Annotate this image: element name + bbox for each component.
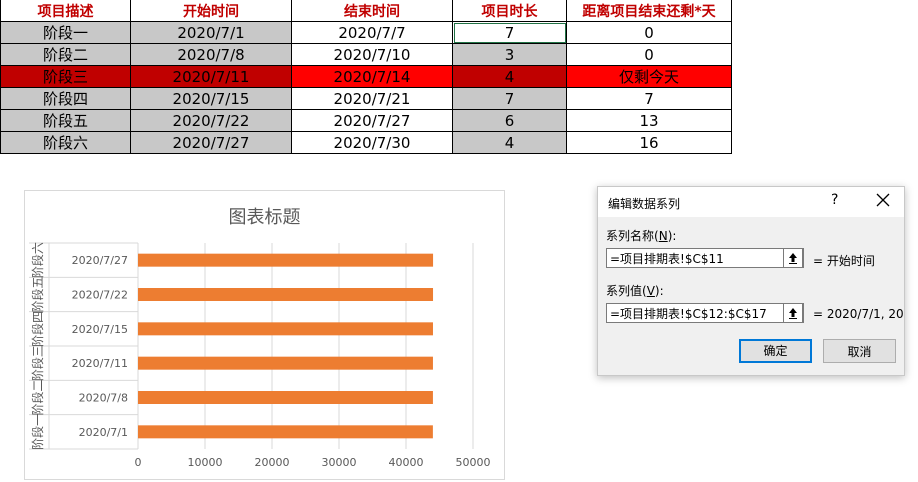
- cell-duration[interactable]: 7: [452, 87, 567, 110]
- cell-days-remaining[interactable]: 7: [566, 87, 732, 110]
- cell-start-time[interactable]: 2020/7/27: [130, 131, 292, 154]
- series-name-collapse-button[interactable]: [783, 248, 803, 268]
- header-duration[interactable]: 项目时长: [452, 0, 567, 22]
- y-category-label: 阶段四: [30, 311, 45, 347]
- cell-start-time[interactable]: 2020/7/8: [130, 43, 292, 66]
- bar[interactable]: [138, 356, 433, 370]
- y-date-label: 2020/7/27: [72, 254, 128, 267]
- table-row: 阶段五 2020/7/22 2020/7/27 6 13: [0, 109, 732, 132]
- cancel-button[interactable]: 取消: [823, 339, 896, 363]
- header-row: 项目描述 开始时间 结束时间 项目时长 距离项目结束还剩*天: [0, 0, 732, 22]
- cell-description[interactable]: 阶段六: [0, 131, 131, 154]
- cell-description[interactable]: 阶段二: [0, 43, 131, 66]
- dialog-title: 编辑数据系列: [608, 197, 681, 211]
- table-row: 阶段四 2020/7/15 2020/7/21 7 7: [0, 87, 732, 110]
- y-date-label: 2020/7/1: [79, 426, 128, 439]
- cell-days-remaining[interactable]: 16: [566, 131, 732, 154]
- series-name-preview: = 开始时间: [813, 254, 875, 268]
- cell-duration[interactable]: 4: [452, 65, 567, 88]
- cell-duration[interactable]: 6: [452, 109, 567, 132]
- cell-description[interactable]: 阶段五: [0, 109, 131, 132]
- y-category-label: 阶段三: [30, 345, 45, 381]
- header-description[interactable]: 项目描述: [0, 0, 131, 22]
- cell-end-time[interactable]: 2020/7/7: [291, 21, 453, 44]
- cell-start-time[interactable]: 2020/7/15: [130, 87, 292, 110]
- cell-end-time[interactable]: 2020/7/27: [291, 109, 453, 132]
- x-tick-label: 30000: [322, 456, 357, 469]
- cell-duration-selected[interactable]: 7: [452, 21, 567, 44]
- cell-days-remaining[interactable]: 0: [566, 43, 732, 66]
- x-tick-label: 20000: [255, 456, 290, 469]
- header-start-time[interactable]: 开始时间: [130, 0, 292, 22]
- bar[interactable]: [138, 322, 433, 336]
- cell-start-time[interactable]: 2020/7/11: [130, 65, 292, 88]
- chart-plot: 0 10000 20000 30000 40000 50000 阶段一 2020/7/1 阶段二…: [29, 242, 491, 469]
- series-values-preview: = 2020/7/1, 2020: [813, 307, 903, 321]
- cell-start-time[interactable]: 2020/7/22: [130, 109, 292, 132]
- schedule-table: 项目描述 开始时间 结束时间 项目时长 距离项目结束还剩*天 阶段一 2020/…: [0, 0, 732, 154]
- cell-end-time[interactable]: 2020/7/14: [291, 65, 453, 88]
- y-category-label: 阶段二: [30, 379, 45, 415]
- cell-duration[interactable]: 4: [452, 131, 567, 154]
- y-category-label: 阶段一: [30, 414, 45, 450]
- cell-description[interactable]: 阶段三: [0, 65, 131, 88]
- dialog-titlebar[interactable]: 编辑数据系列 ?: [598, 187, 904, 217]
- bar[interactable]: [138, 425, 433, 439]
- cell-description[interactable]: 阶段四: [0, 87, 131, 110]
- table-row-highlighted: 阶段三 2020/7/11 2020/7/14 4 仅剩今天: [0, 65, 732, 88]
- series-name-label: 系列名称(N):: [606, 229, 677, 243]
- collapse-arrow-icon: [789, 253, 797, 264]
- cell-duration[interactable]: 3: [452, 43, 567, 66]
- collapse-arrow-icon: [789, 308, 797, 319]
- series-values-input[interactable]: =项目排期表!$C$12:$C$17: [606, 303, 804, 323]
- cell-end-time[interactable]: 2020/7/21: [291, 87, 453, 110]
- table-row: 阶段六 2020/7/27 2020/7/30 4 16: [0, 131, 732, 154]
- series-values-collapse-button[interactable]: [783, 303, 803, 323]
- edit-series-dialog: 编辑数据系列 ? 系列名称(N): =项目排期表!$C$11 = 开始时间 系列…: [597, 186, 905, 376]
- bar[interactable]: [138, 253, 434, 267]
- cell-days-remaining[interactable]: 0: [566, 21, 732, 44]
- cell-description[interactable]: 阶段一: [0, 21, 131, 44]
- x-tick-label: 0: [135, 456, 142, 469]
- cell-days-remaining[interactable]: 13: [566, 109, 732, 132]
- y-date-label: 2020/7/8: [79, 392, 128, 405]
- cell-end-time[interactable]: 2020/7/30: [291, 131, 453, 154]
- y-date-label: 2020/7/22: [72, 289, 128, 302]
- close-icon[interactable]: [874, 191, 892, 209]
- table-row: 阶段二 2020/7/8 2020/7/10 3 0: [0, 43, 732, 66]
- ok-button[interactable]: 确定: [739, 339, 812, 363]
- bar[interactable]: [138, 391, 433, 404]
- cell-start-time[interactable]: 2020/7/1: [130, 21, 292, 44]
- bar[interactable]: [138, 288, 434, 301]
- y-category-label: 阶段六: [30, 242, 45, 278]
- x-tick-label: 50000: [456, 456, 491, 469]
- header-end-time[interactable]: 结束时间: [291, 0, 453, 22]
- x-tick-label: 40000: [389, 456, 424, 469]
- series-values-label: 系列值(V):: [606, 284, 664, 298]
- cell-end-time[interactable]: 2020/7/10: [291, 43, 453, 66]
- y-date-label: 2020/7/15: [72, 323, 128, 336]
- bar-chart[interactable]: 图表标题 0 10000 20000 30000 40000 50000 阶段一 2020/7…: [24, 190, 505, 480]
- cell-days-remaining[interactable]: 仅剩今天: [566, 65, 732, 88]
- y-date-label: 2020/7/11: [72, 357, 128, 370]
- series-name-input[interactable]: =项目排期表!$C$11: [606, 248, 804, 268]
- header-days-remaining[interactable]: 距离项目结束还剩*天: [566, 0, 732, 22]
- y-category-label: 阶段五: [30, 276, 45, 312]
- table-row: 阶段一 2020/7/1 2020/7/7 7 0: [0, 21, 732, 44]
- x-tick-label: 10000: [188, 456, 223, 469]
- help-button[interactable]: ?: [831, 192, 838, 208]
